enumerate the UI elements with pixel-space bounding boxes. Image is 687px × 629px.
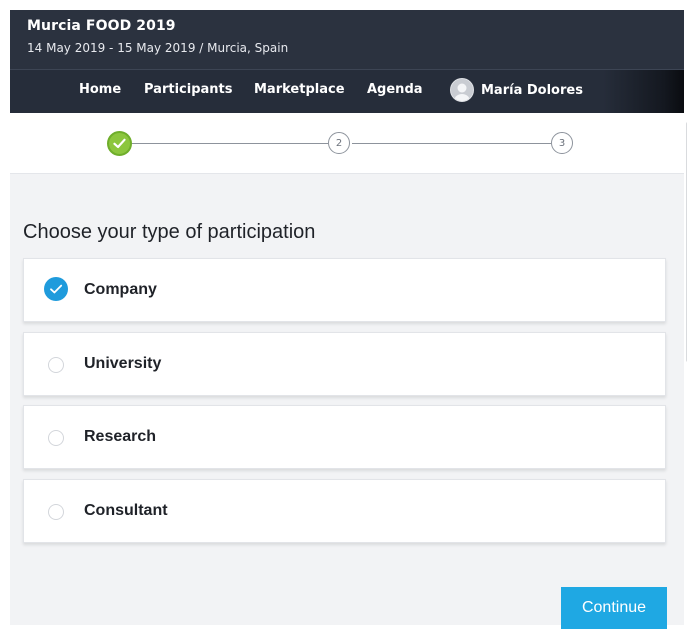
option-label: Research [84,428,157,445]
page: Murcia FOOD 2019 14 May 2019 - 15 May 20… [10,10,687,629]
option-consultant[interactable]: Consultant [23,479,666,543]
radio-unchecked-icon[interactable] [48,357,64,373]
radio-unchecked-icon[interactable] [48,430,64,446]
option-research[interactable]: Research [23,405,666,469]
radio-unchecked-icon[interactable] [48,504,64,520]
nav-item-agenda[interactable]: Agenda [367,82,423,97]
form-heading: Choose your type of participation [23,221,316,243]
option-university[interactable]: University [23,332,666,396]
avatar-icon [450,78,474,102]
option-label: Company [84,281,157,298]
step-3: 3 [551,132,573,154]
participation-form: Choose your type of participation Compan… [10,174,684,629]
main-nav: Home Participants Marketplace Agenda Mar… [10,69,684,113]
option-label: University [84,355,162,372]
progress-stepper: 2 3 [10,113,684,174]
checkmark-icon [113,138,126,149]
step-1-completed [107,131,132,156]
nav-item-marketplace[interactable]: Marketplace [254,82,345,97]
nav-item-participants[interactable]: Participants [144,82,232,97]
event-header: Murcia FOOD 2019 14 May 2019 - 15 May 20… [10,10,684,69]
user-name: María Dolores [481,82,583,98]
step-2: 2 [328,132,350,154]
radio-checked-icon[interactable] [44,277,68,301]
option-label: Consultant [84,502,168,519]
user-menu[interactable]: María Dolores [450,78,583,102]
nav-item-home[interactable]: Home [79,82,121,97]
option-company[interactable]: Company [23,258,666,322]
continue-button[interactable]: Continue [561,587,667,629]
event-subtitle: 14 May 2019 - 15 May 2019 / Murcia, Spai… [27,41,289,55]
step-connector [131,143,328,144]
step-connector [352,143,551,144]
event-title: Murcia FOOD 2019 [27,18,176,34]
